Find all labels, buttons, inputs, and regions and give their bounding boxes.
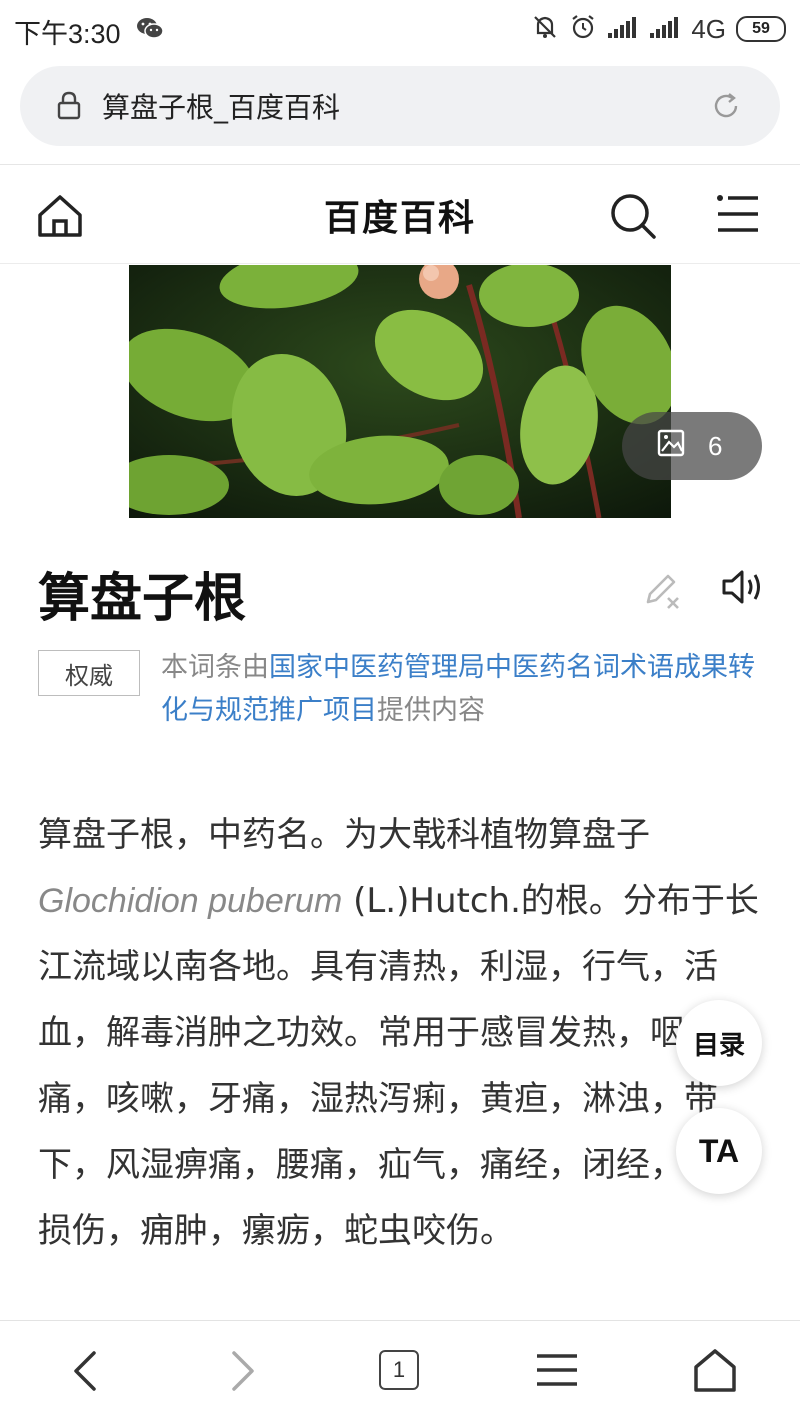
back-icon[interactable] <box>68 1347 104 1399</box>
reload-icon[interactable] <box>710 90 742 126</box>
gallery-icon <box>656 428 688 464</box>
forward-icon[interactable] <box>224 1347 260 1399</box>
site-header: 百度百科 <box>0 165 800 264</box>
authority-suffix: 提供内容 <box>377 695 485 726</box>
status-time: 下午3:30 <box>14 19 121 49</box>
address-text[interactable]: 算盘子根_百度百科 <box>102 86 340 126</box>
summary-text: (L.)Hutch.的根。分布于长江流域以南各地。具有清热，利湿，行气，活血，解… <box>38 881 759 1251</box>
edit-icon[interactable] <box>640 568 682 614</box>
wechat-icon <box>136 16 164 44</box>
latin-name: Glochidion puberum <box>38 882 343 920</box>
authority-tag: 权威 <box>38 650 140 696</box>
hero-image[interactable] <box>129 265 671 518</box>
status-indicators: 4G 59 <box>531 12 786 46</box>
battery-indicator: 59 <box>736 16 786 42</box>
font-size-button[interactable]: TA <box>676 1108 762 1194</box>
menu-icon[interactable] <box>534 1347 580 1397</box>
status-bar: 下午3:30 4G 59 <box>0 0 800 58</box>
signal-icon <box>649 15 681 43</box>
site-title: 百度百科 <box>323 198 476 239</box>
address-bar[interactable]: 算盘子根_百度百科 <box>20 66 780 146</box>
summary-text: 算盘子根，中药名。为大戟科植物算盘子 <box>38 815 650 855</box>
entry-title: 算盘子根 <box>38 569 247 629</box>
entry-summary: 算盘子根，中药名。为大戟科植物算盘子 Glochidion puberum (L.… <box>38 802 768 1264</box>
tabs-icon[interactable]: 1 <box>379 1350 419 1390</box>
speaker-icon[interactable] <box>720 566 766 612</box>
menu-icon[interactable] <box>716 193 760 239</box>
alarm-icon <box>569 13 597 45</box>
search-icon[interactable] <box>608 191 658 245</box>
toc-button[interactable]: 目录 <box>676 1000 762 1086</box>
lock-icon <box>56 90 82 124</box>
authority-prefix: 本词条由 <box>161 652 269 683</box>
network-type: 4G <box>691 13 726 44</box>
home-icon[interactable] <box>692 1347 738 1397</box>
mute-icon <box>531 13 559 45</box>
plant-photo <box>129 265 671 518</box>
signal-icon <box>607 15 639 43</box>
photo-count-badge[interactable]: 6 <box>622 412 762 480</box>
authority-note: 本词条由国家中医药管理局中医药名词术语成果转化与规范推广项目提供内容 <box>161 646 771 732</box>
photo-count: 6 <box>708 430 723 461</box>
